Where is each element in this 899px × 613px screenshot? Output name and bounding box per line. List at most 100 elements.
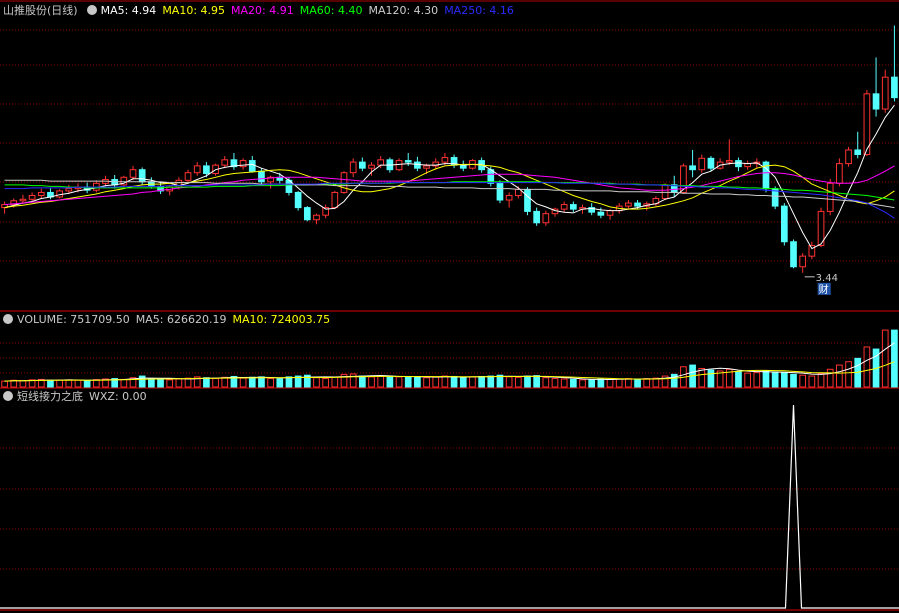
candle-body <box>258 170 265 183</box>
candle-body <box>28 194 36 200</box>
candle-body <box>597 211 605 216</box>
wxz-indicator-line <box>0 404 899 609</box>
volume-bar <box>505 376 513 388</box>
candle-body <box>725 160 733 163</box>
volume-bar <box>414 376 421 388</box>
volume-bar <box>836 364 843 388</box>
volume-bar <box>826 368 834 388</box>
candle-body <box>313 214 320 221</box>
candle-body <box>423 165 430 169</box>
volume-bar <box>606 378 614 388</box>
volume-bar <box>175 378 183 388</box>
volume-bar <box>579 379 586 388</box>
candle-body <box>569 204 577 210</box>
volume-bar <box>707 369 715 388</box>
candle-body <box>533 210 540 224</box>
candle-body <box>377 159 385 166</box>
volume-bar <box>1 380 8 388</box>
candle-body <box>414 161 421 169</box>
volume-bar <box>19 380 27 388</box>
volume-bar <box>56 379 63 388</box>
candle-body <box>689 165 696 171</box>
settings-gear-icon[interactable] <box>86 5 97 15</box>
volume-bar <box>276 378 284 388</box>
candle-body <box>19 198 27 202</box>
candle-body <box>138 169 146 183</box>
volume-bar <box>404 375 412 388</box>
volume-bar <box>423 377 430 388</box>
indicator-name-label: 短线接力之底 <box>17 390 83 403</box>
volume-value-label: VOLUME: 751709.50 <box>17 313 130 326</box>
stock-chart[interactable]: 3.44财 <box>0 0 899 613</box>
volume-bar <box>524 375 531 388</box>
candle-body <box>625 202 632 207</box>
candle-body <box>294 191 302 209</box>
volume-bar <box>322 378 330 388</box>
volume-bar <box>881 329 889 388</box>
ma5-label: MA5: 4.94 <box>100 4 157 17</box>
volume-bar <box>863 346 871 388</box>
volume-bar <box>817 373 825 388</box>
volume-bar <box>395 376 403 388</box>
ma5-line <box>4 104 895 250</box>
volume-bar <box>120 378 128 388</box>
volume-bar <box>359 375 366 388</box>
candle-body <box>248 160 256 172</box>
candle-body <box>487 169 495 184</box>
volume-bar <box>92 379 100 388</box>
volume-settings-gear-icon[interactable] <box>3 314 13 324</box>
volume-bar <box>542 377 550 388</box>
price-legend: 山推股份(日线) MA5: 4.94 MA10: 4.95 MA20: 4.91 MA6… <box>0 3 520 19</box>
volume-bar <box>258 376 265 388</box>
candle-body <box>560 204 568 210</box>
candle-body <box>441 157 449 163</box>
volume-bar <box>634 378 641 388</box>
volume-bar <box>744 372 751 388</box>
volume-bar <box>368 376 375 388</box>
volume-ma5-line <box>4 342 895 382</box>
indicator-legend: 短线接力之底 WXZ: 0.00 <box>0 389 153 405</box>
volume-bar <box>753 372 761 388</box>
volume-bar <box>47 379 54 388</box>
candle-body <box>524 188 531 212</box>
indicator-settings-gear-icon[interactable] <box>3 391 13 401</box>
volume-bar <box>762 370 770 388</box>
volume-bar <box>248 376 256 388</box>
low-price-label: 3.44 <box>816 273 838 284</box>
ma250-label: MA250: 4.16 <box>444 4 514 17</box>
volume-bar <box>478 375 485 388</box>
volume-bar <box>698 367 706 388</box>
candle-body <box>790 241 797 268</box>
candle-body <box>836 163 843 184</box>
candle-body <box>184 172 192 181</box>
candle-body <box>37 191 45 196</box>
volume-bar <box>386 375 394 388</box>
candle-body <box>780 205 788 243</box>
candle-body <box>845 149 852 165</box>
candle-body <box>661 184 669 200</box>
volume-bar <box>221 376 229 388</box>
volume-bar <box>450 375 458 388</box>
volume-bar <box>212 378 219 388</box>
volume-bar <box>597 378 605 388</box>
volume-bar <box>459 376 467 388</box>
volume-bar <box>432 376 440 388</box>
candle-body <box>221 159 229 166</box>
candle-body <box>203 165 210 174</box>
volume-bar <box>845 361 852 388</box>
candle-body <box>606 210 614 216</box>
candle-body <box>881 76 889 110</box>
candle-body <box>826 182 834 212</box>
volume-bar <box>771 371 779 388</box>
volume-bar <box>514 376 522 388</box>
volume-bar <box>441 375 449 388</box>
volume-ma10-label: MA10: 724003.75 <box>232 313 331 326</box>
ma60-line <box>4 181 895 201</box>
candle-body <box>735 160 742 168</box>
volume-bar <box>469 376 476 388</box>
ma60-label: MA60: 4.40 <box>299 4 363 17</box>
volume-bar <box>331 376 339 388</box>
volume-bar <box>83 380 91 388</box>
candle-body <box>496 182 504 201</box>
volume-bar <box>148 378 155 388</box>
